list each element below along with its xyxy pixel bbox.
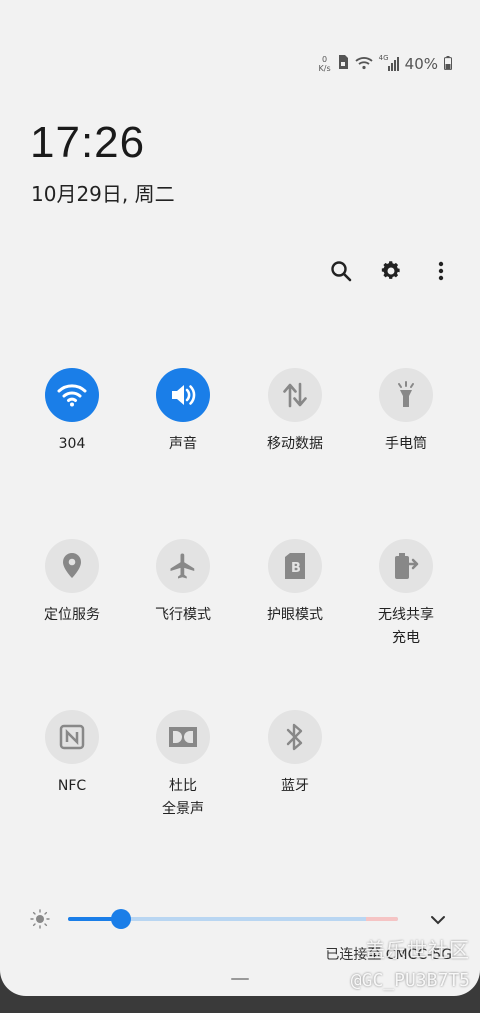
tile-label: 304 [58, 436, 86, 452]
tile-wireless-powershare[interactable]: 无线共享 充电 [351, 539, 461, 650]
tile-eye-comfort[interactable]: B 护眼模式 [240, 539, 350, 627]
tile-nfc[interactable]: NFC [17, 710, 127, 798]
mobile-data-icon[interactable] [268, 368, 322, 422]
dolby-atmos-icon[interactable] [156, 710, 210, 764]
speed-value: 0 [322, 55, 328, 64]
brightness-thumb[interactable] [111, 909, 131, 929]
more-vertical-icon[interactable] [428, 258, 454, 284]
tile-airplane[interactable]: 飞行模式 [128, 539, 238, 627]
tile-label: 移动数据 [267, 436, 323, 452]
volume-icon[interactable] [156, 368, 210, 422]
tile-label: 手电筒 [385, 436, 427, 452]
tile-sound[interactable]: 声音 [128, 368, 238, 456]
speed-meter-icon: 0 K/s [319, 55, 331, 73]
brightness-icon [30, 909, 50, 933]
tile-bluetooth[interactable]: 蓝牙 [240, 710, 350, 798]
clock-date[interactable]: 10月29日, 周二 [31, 178, 175, 207]
tile-dolby-atmos[interactable]: 杜比 全景声 [128, 710, 238, 821]
tile-label: 定位服务 [44, 607, 100, 623]
panel-handle[interactable] [231, 978, 249, 980]
tile-label: 飞行模式 [155, 607, 211, 623]
tile-label: NFC [57, 778, 87, 794]
nfc-icon[interactable] [45, 710, 99, 764]
flashlight-icon[interactable] [379, 368, 433, 422]
status-bar: 0 K/s 4G 40% [319, 52, 452, 76]
tile-label: 护眼模式 [267, 607, 323, 623]
eye-comfort-icon[interactable]: B [268, 539, 322, 593]
top-actions [328, 258, 454, 284]
tile-label: 声音 [169, 436, 197, 452]
tile-location[interactable]: 定位服务 [17, 539, 127, 627]
wifi-icon[interactable] [45, 368, 99, 422]
watermark-site: 盖乐世社区 [365, 938, 470, 962]
battery-percent: 40% [404, 55, 438, 73]
tile-label: 杜比 全景声 [162, 778, 204, 817]
tile-label: 蓝牙 [281, 778, 309, 794]
quick-panel: 0 K/s 4G 40% 17:26 10月29日, 周二 304 声音 移动数… [0, 0, 480, 996]
brightness-high-zone [366, 917, 398, 921]
svg-text:B: B [291, 561, 301, 576]
tile-wifi[interactable]: 304 [17, 368, 127, 456]
clock-time[interactable]: 17:26 [30, 118, 145, 168]
location-icon[interactable] [45, 539, 99, 593]
chevron-down-icon[interactable] [430, 910, 446, 929]
battery-icon [444, 55, 452, 74]
tile-label: 无线共享 充电 [378, 607, 434, 646]
bluetooth-icon[interactable] [268, 710, 322, 764]
signal-4g-icon: 4G [379, 54, 399, 72]
wifi-icon [355, 55, 373, 74]
tile-flashlight[interactable]: 手电筒 [351, 368, 461, 456]
airplane-icon[interactable] [156, 539, 210, 593]
watermark-user: @GC_PU3B7T5 [350, 970, 470, 991]
sim-lock-icon [337, 54, 349, 74]
tile-mobile-data[interactable]: 移动数据 [240, 368, 350, 456]
speed-unit: K/s [318, 64, 331, 73]
search-icon[interactable] [328, 258, 354, 284]
wireless-powershare-icon[interactable] [379, 539, 433, 593]
gear-icon[interactable] [378, 258, 404, 284]
